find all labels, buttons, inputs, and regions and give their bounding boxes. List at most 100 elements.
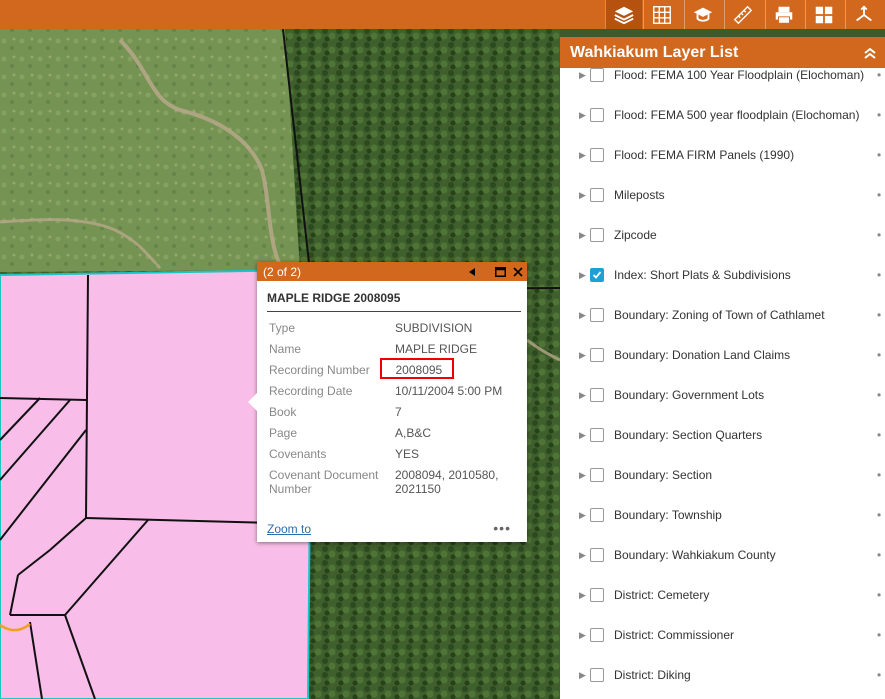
- layer-item[interactable]: ▶ Boundary: Section Quarters •: [560, 415, 885, 455]
- maximize-icon[interactable]: [491, 262, 509, 281]
- expand-arrow-icon[interactable]: ▶: [579, 230, 589, 241]
- layer-options-icon[interactable]: •: [877, 628, 883, 642]
- layer-checkbox[interactable]: [590, 228, 604, 242]
- expand-arrow-icon[interactable]: ▶: [579, 350, 589, 361]
- expand-arrow-icon[interactable]: ▶: [579, 590, 589, 601]
- layer-options-icon[interactable]: •: [877, 468, 883, 482]
- expand-arrow-icon[interactable]: ▶: [579, 670, 589, 681]
- expand-arrow-icon[interactable]: ▶: [579, 310, 589, 321]
- layer-checkbox[interactable]: [590, 68, 604, 82]
- attribute-key: Covenant Document Number: [269, 468, 379, 496]
- layer-checkbox[interactable]: [590, 108, 604, 122]
- layer-checkbox[interactable]: [590, 668, 604, 682]
- expand-arrow-icon[interactable]: ▶: [579, 470, 589, 481]
- layer-options-icon[interactable]: •: [877, 388, 883, 402]
- attribute-row-covenant-document-number: Covenant Document Number 2008094, 201058…: [269, 468, 521, 496]
- layer-label: Index: Short Plats & Subdivisions: [614, 268, 791, 282]
- layer-options-icon[interactable]: •: [877, 348, 883, 362]
- layer-label: Boundary: Township: [614, 508, 722, 522]
- expand-arrow-icon[interactable]: ▶: [579, 70, 589, 81]
- layer-item[interactable]: ▶ Boundary: Zoning of Town of Cathlamet •: [560, 295, 885, 335]
- more-options-icon[interactable]: •••: [493, 520, 511, 536]
- layer-checkbox[interactable]: [590, 388, 604, 402]
- layer-options-icon[interactable]: •: [877, 548, 883, 562]
- attribute-key: Type: [269, 321, 296, 335]
- expand-arrow-icon[interactable]: ▶: [579, 110, 589, 121]
- layer-list-panel: Wahkiakum Layer List ▶ Flood: FEMA 100 Ye…: [560, 37, 885, 699]
- attribute-key: Name: [269, 342, 302, 356]
- layer-label: Boundary: Donation Land Claims: [614, 348, 791, 362]
- print-icon[interactable]: [765, 0, 802, 29]
- expand-arrow-icon[interactable]: ▶: [579, 630, 589, 641]
- layer-options-icon[interactable]: •: [877, 588, 883, 602]
- expand-arrow-icon[interactable]: ▶: [579, 270, 589, 281]
- layer-checkbox[interactable]: [590, 268, 604, 282]
- layer-checkbox[interactable]: [590, 428, 604, 442]
- layer-options-icon[interactable]: •: [877, 668, 883, 682]
- basemap-grid-icon[interactable]: [643, 0, 680, 29]
- layer-item[interactable]: ▶ District: Cemetery •: [560, 575, 885, 615]
- layer-checkbox[interactable]: [590, 588, 604, 602]
- layer-options-icon[interactable]: •: [877, 188, 883, 202]
- layer-checkbox[interactable]: [590, 468, 604, 482]
- expand-arrow-icon[interactable]: ▶: [579, 510, 589, 521]
- expand-arrow-icon[interactable]: ▶: [579, 390, 589, 401]
- highlight-box: [380, 358, 454, 379]
- layer-item[interactable]: ▶ Boundary: Wahkiakum County •: [560, 535, 885, 575]
- attribute-value: 2008094, 2010580, 2021150: [395, 468, 499, 496]
- expand-arrow-icon[interactable]: ▶: [579, 550, 589, 561]
- layer-options-icon[interactable]: •: [877, 148, 883, 162]
- layer-item[interactable]: ▶ Zipcode •: [560, 215, 885, 255]
- attribute-key: Recording Number: [269, 363, 370, 377]
- measure-ruler-icon[interactable]: [724, 0, 761, 29]
- expand-arrow-icon[interactable]: ▶: [579, 190, 589, 201]
- attribute-row-page: Page A,B&C: [269, 426, 521, 440]
- layer-item[interactable]: ▶ Mileposts •: [560, 175, 885, 215]
- layer-item[interactable]: ▶ Boundary: Donation Land Claims •: [560, 335, 885, 375]
- share-icon[interactable]: [845, 0, 882, 29]
- layer-checkbox[interactable]: [590, 148, 604, 162]
- layer-options-icon[interactable]: •: [877, 228, 883, 242]
- layer-checkbox[interactable]: [590, 188, 604, 202]
- layers-icon[interactable]: [605, 0, 642, 29]
- layer-checkbox[interactable]: [590, 308, 604, 322]
- layer-item[interactable]: ▶ District: Commissioner •: [560, 615, 885, 655]
- layer-label: Zipcode: [614, 228, 657, 242]
- layer-label: District: Diking: [614, 668, 691, 682]
- layer-options-icon[interactable]: •: [877, 308, 883, 322]
- previous-feature-icon[interactable]: [463, 262, 481, 281]
- layer-checkbox[interactable]: [590, 348, 604, 362]
- legend-icon[interactable]: [684, 0, 721, 29]
- attribute-value: 10/11/2004 5:00 PM: [395, 384, 503, 398]
- layer-checkbox[interactable]: [590, 508, 604, 522]
- layer-item[interactable]: ▶ Boundary: Township •: [560, 495, 885, 535]
- layer-checkbox[interactable]: [590, 548, 604, 562]
- layer-options-icon[interactable]: •: [877, 268, 883, 282]
- layer-item[interactable]: ▶ Boundary: Government Lots •: [560, 375, 885, 415]
- layer-item[interactable]: ▶ Flood: FEMA 500 year floodplain (Elocho…: [560, 95, 885, 135]
- close-icon[interactable]: [509, 262, 527, 281]
- zoom-to-link[interactable]: Zoom to: [267, 522, 311, 536]
- layer-checkbox[interactable]: [590, 628, 604, 642]
- widgets-grid-icon[interactable]: [805, 0, 842, 29]
- expand-arrow-icon[interactable]: ▶: [579, 430, 589, 441]
- layer-options-icon[interactable]: •: [877, 508, 883, 522]
- layer-item[interactable]: ▶ Flood: FEMA 100 Year Floodplain (Elocho…: [560, 55, 885, 95]
- attribute-row-name: Name MAPLE RIDGE: [269, 342, 521, 356]
- layer-label: Mileposts: [614, 188, 665, 202]
- layer-item[interactable]: ▶ Flood: FEMA FIRM Panels (1990) •: [560, 135, 885, 175]
- layer-label: Boundary: Section: [614, 468, 713, 482]
- layer-label: District: Commissioner: [614, 628, 735, 642]
- checkmark-icon: [592, 271, 602, 279]
- layer-item[interactable]: ▶ Index: Short Plats & Subdivisions •: [560, 255, 885, 295]
- layer-label: Boundary: Zoning of Town of Cathlamet: [614, 308, 825, 322]
- layer-options-icon[interactable]: •: [877, 108, 883, 122]
- layer-item[interactable]: ▶ Boundary: Section •: [560, 455, 885, 495]
- layer-options-icon[interactable]: •: [877, 68, 883, 82]
- attribute-value: 7: [395, 405, 402, 419]
- top-toolbar: [0, 0, 885, 29]
- expand-arrow-icon[interactable]: ▶: [579, 150, 589, 161]
- popup-header: (2 of 2): [257, 262, 527, 281]
- layer-options-icon[interactable]: •: [877, 428, 883, 442]
- layer-item[interactable]: ▶ District: Diking •: [560, 655, 885, 695]
